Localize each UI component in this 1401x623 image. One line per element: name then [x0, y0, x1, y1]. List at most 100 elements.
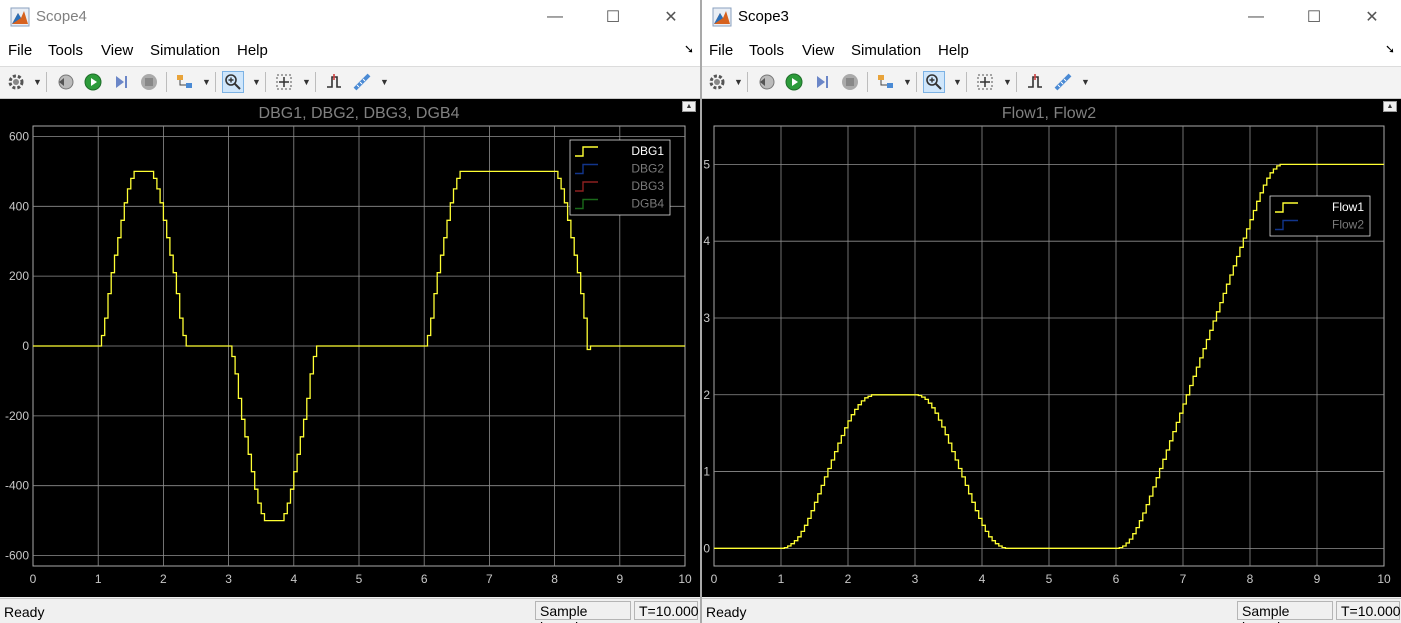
toolbar-separator	[966, 72, 967, 92]
toolbar-separator	[916, 72, 917, 92]
y-tick-label: 200	[9, 269, 29, 283]
menu-view[interactable]: View	[802, 42, 834, 59]
settings-button[interactable]	[706, 71, 728, 93]
settings-dropdown-icon[interactable]: ▼	[33, 77, 42, 87]
legend-entry-dgb4[interactable]: DGB4	[631, 197, 664, 211]
zoom-in-button[interactable]	[923, 71, 945, 93]
toolbar: ▼ ▼ ▼ ▼ ▼	[0, 67, 700, 99]
y-tick-label: 3	[703, 311, 710, 325]
legend-entry-dbg3[interactable]: DBG3	[631, 179, 664, 193]
measurements-button[interactable]	[351, 71, 373, 93]
menu-view[interactable]: View	[101, 42, 133, 59]
highlight-dropdown-icon[interactable]: ▼	[202, 77, 211, 87]
minimize-button[interactable]: —	[1227, 0, 1285, 34]
minimize-icon: —	[547, 8, 563, 25]
stop-button[interactable]	[839, 71, 861, 93]
status-sample-mode: Sample based	[1237, 601, 1333, 623]
measurements-dropdown-icon[interactable]: ▼	[1081, 77, 1090, 87]
highlight-dropdown-icon[interactable]: ▼	[903, 77, 912, 87]
legend-entry-flow1[interactable]: Flow1	[1332, 200, 1364, 214]
menu-bar: File Tools View Simulation Help ➘	[0, 34, 700, 67]
ruler-icon	[1054, 73, 1072, 91]
step-back-button[interactable]	[755, 71, 777, 93]
y-tick-label: -400	[5, 479, 29, 493]
y-tick-label: 2	[703, 388, 710, 402]
x-tick-label: 1	[778, 572, 785, 586]
plot-area[interactable]: Flow1, Flow2 0 1 2 3 4 5 6 7 8 9 10 0 1 2 3 4 5 Flow1 Flow2…	[702, 99, 1401, 597]
signal-hierarchy-icon	[878, 75, 893, 88]
stop-button[interactable]	[138, 71, 160, 93]
title-bar[interactable]: Scope4 — ☐ ✕	[0, 0, 700, 34]
run-button[interactable]	[82, 71, 104, 93]
settings-button[interactable]	[5, 71, 27, 93]
status-bar: Ready Sample based T=10.000	[0, 598, 700, 623]
highlight-button[interactable]	[174, 71, 196, 93]
trigger-button[interactable]	[1024, 71, 1046, 93]
legend-entry-dbg2[interactable]: DBG2	[631, 162, 664, 176]
menu-help[interactable]: Help	[938, 42, 969, 59]
zoom-in-icon	[225, 74, 241, 90]
settings-dropdown-icon[interactable]: ▼	[734, 77, 743, 87]
close-button[interactable]: ✕	[1343, 0, 1401, 34]
trigger-button[interactable]	[323, 71, 345, 93]
title-bar[interactable]: Scope3 — ☐ ✕	[702, 0, 1401, 34]
toolbar-separator	[46, 72, 47, 92]
step-forward-button[interactable]	[110, 71, 132, 93]
menu-dock-arrow-icon[interactable]: ➘	[1385, 42, 1395, 56]
step-back-button[interactable]	[54, 71, 76, 93]
maximize-icon: ☐	[605, 9, 621, 26]
maximize-button[interactable]: ☐	[1285, 0, 1343, 34]
restore-icon: ▲	[685, 103, 693, 110]
scope-plot[interactable]: DBG1, DBG2, DBG3, DGB4 0 1 2 3 4 5 6 7 8 9 10 -600 -4…	[0, 99, 700, 597]
stop-icon	[842, 74, 858, 90]
zoom-dropdown-icon[interactable]: ▼	[953, 77, 962, 87]
minimize-button[interactable]: —	[526, 0, 584, 34]
x-tick-label: 6	[1113, 572, 1120, 586]
toolbar-separator	[166, 72, 167, 92]
x-tick-label: 2	[160, 572, 167, 586]
menu-tools[interactable]: Tools	[48, 42, 83, 59]
x-tick-label: 5	[1046, 572, 1053, 586]
maximize-button[interactable]: ☐	[584, 0, 642, 34]
plot-area[interactable]: DBG1, DBG2, DBG3, DGB4 0 1 2 3 4 5 6 7 8 9 10 -600 -4…	[0, 99, 700, 597]
menu-file[interactable]: File	[8, 42, 32, 59]
menu-tools[interactable]: Tools	[749, 42, 784, 59]
x-tick-label: 0	[30, 572, 37, 586]
x-tick-label: 2	[845, 572, 852, 586]
run-button[interactable]	[783, 71, 805, 93]
autoscale-dropdown-icon[interactable]: ▼	[1003, 77, 1012, 87]
x-tick-label: 3	[225, 572, 232, 586]
legend-entry-flow2[interactable]: Flow2	[1332, 218, 1364, 232]
step-forward-button[interactable]	[811, 71, 833, 93]
scope-plot[interactable]: Flow1, Flow2 0 1 2 3 4 5 6 7 8 9 10 0 1 2 3 4 5 Flow1 Flow2	[702, 99, 1401, 597]
toolbar-separator	[315, 72, 316, 92]
menu-dock-arrow-icon[interactable]: ➘	[684, 42, 694, 56]
restore-plot-button[interactable]: ▲	[1383, 101, 1397, 112]
y-tick-label: 4	[703, 234, 710, 248]
close-button[interactable]: ✕	[642, 0, 700, 34]
status-time: T=10.000	[634, 601, 699, 620]
highlight-button[interactable]	[875, 71, 897, 93]
measurements-dropdown-icon[interactable]: ▼	[380, 77, 389, 87]
status-ready: Ready	[4, 604, 45, 620]
autoscale-dropdown-icon[interactable]: ▼	[302, 77, 311, 87]
close-icon: ✕	[1365, 9, 1379, 26]
y-tick-label: 600	[9, 129, 29, 143]
menu-simulation[interactable]: Simulation	[150, 42, 220, 59]
autoscale-button[interactable]	[273, 71, 295, 93]
menu-help[interactable]: Help	[237, 42, 268, 59]
step-back-icon	[759, 74, 775, 90]
y-tick-label: 5	[703, 157, 710, 171]
measurements-button[interactable]	[1052, 71, 1074, 93]
zoom-in-button[interactable]	[222, 71, 244, 93]
legend-entry-dbg1[interactable]: DBG1	[631, 144, 664, 158]
y-tick-label: -600	[5, 549, 29, 563]
restore-plot-button[interactable]: ▲	[682, 101, 696, 112]
scope3-window: Scope3 — ☐ ✕ File Tools View Simulation …	[702, 0, 1401, 623]
x-tick-label: 4	[290, 572, 297, 586]
zoom-dropdown-icon[interactable]: ▼	[252, 77, 261, 87]
menu-file[interactable]: File	[709, 42, 733, 59]
menu-simulation[interactable]: Simulation	[851, 42, 921, 59]
minimize-icon: —	[1248, 8, 1264, 25]
autoscale-button[interactable]	[974, 71, 996, 93]
